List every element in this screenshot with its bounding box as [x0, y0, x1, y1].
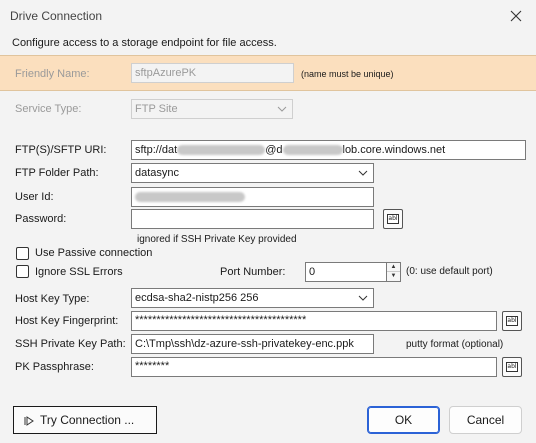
- password-label: Password:: [15, 213, 67, 225]
- service-type-value: FTP Site: [135, 103, 178, 115]
- show-text-icon: abl: [506, 316, 518, 326]
- spin-up-icon[interactable]: ▲: [387, 263, 400, 272]
- redacted-text: [282, 145, 343, 156]
- redacted-text: [177, 145, 266, 156]
- port-field[interactable]: 0: [305, 262, 387, 282]
- show-text-icon: abl: [387, 214, 399, 224]
- close-icon: [510, 10, 522, 22]
- ssh-key-path-field[interactable]: C:\Tmp\ssh\dz-azure-ssh-privatekey-enc.p…: [131, 334, 374, 354]
- host-key-type-value: ecdsa-sha2-nistp256 256: [135, 292, 259, 304]
- ok-button[interactable]: OK: [367, 406, 440, 434]
- ignore-ssl-checkbox[interactable]: [16, 265, 29, 278]
- show-text-icon: abl: [506, 362, 518, 372]
- show-fingerprint-button[interactable]: abl: [502, 311, 522, 331]
- cancel-button[interactable]: Cancel: [449, 406, 522, 434]
- ignore-ssl-label: Ignore SSL Errors: [35, 266, 123, 278]
- host-key-fingerprint-field[interactable]: ****************************************: [131, 311, 497, 331]
- ssh-key-path-label: SSH Private Key Path:: [15, 338, 126, 350]
- folder-path-label: FTP Folder Path:: [15, 167, 99, 179]
- passive-checkbox[interactable]: [16, 247, 29, 260]
- ssh-key-path-hint: putty format (optional): [406, 339, 504, 350]
- chevron-down-icon: [358, 170, 368, 176]
- service-type-label: Service Type:: [15, 103, 82, 115]
- password-note: ignored if SSH Private Key provided: [137, 234, 297, 245]
- play-icon: [24, 415, 34, 426]
- friendly-name-field[interactable]: sftpAzurePK: [131, 63, 294, 83]
- title-bar: Drive Connection: [0, 0, 536, 32]
- uri-label: FTP(S)/SFTP URI:: [15, 144, 107, 156]
- friendly-name-band: Friendly Name: sftpAzurePK (name must be…: [0, 55, 536, 91]
- user-id-label: User Id:: [15, 191, 54, 203]
- show-password-button[interactable]: abl: [383, 209, 403, 229]
- host-key-type-label: Host Key Type:: [15, 293, 90, 305]
- spin-down-icon[interactable]: ▼: [387, 272, 400, 281]
- try-connection-label: Try Connection ...: [40, 413, 135, 427]
- passive-label: Use Passive connection: [35, 247, 153, 259]
- redacted-text: [135, 192, 245, 203]
- password-field[interactable]: [131, 209, 374, 229]
- dialog-description: Configure access to a storage endpoint f…: [12, 37, 277, 49]
- uri-value-mid: @d: [265, 144, 283, 156]
- show-passphrase-button[interactable]: abl: [502, 357, 522, 377]
- host-key-fingerprint-label: Host Key Fingerprint:: [15, 315, 119, 327]
- friendly-name-hint: (name must be unique): [301, 69, 394, 79]
- chevron-down-icon: [277, 106, 287, 112]
- pk-passphrase-field[interactable]: ********: [131, 357, 497, 377]
- user-id-field[interactable]: [131, 187, 374, 207]
- folder-path-select[interactable]: datasync: [131, 163, 374, 183]
- folder-path-value: datasync: [135, 167, 180, 179]
- port-spinner[interactable]: ▲ ▼: [387, 262, 401, 282]
- host-key-type-select[interactable]: ecdsa-sha2-nistp256 256: [131, 288, 374, 308]
- uri-value-start: sftp://dat: [135, 144, 178, 156]
- friendly-name-label: Friendly Name:: [15, 68, 90, 80]
- window-title: Drive Connection: [10, 9, 103, 23]
- service-type-select[interactable]: FTP Site: [131, 99, 293, 119]
- port-label: Port Number:: [220, 266, 286, 278]
- uri-field[interactable]: sftp://dat @d lob.core.windows.net: [131, 140, 526, 160]
- pk-passphrase-label: PK Passphrase:: [15, 361, 94, 373]
- uri-value-end: lob.core.windows.net: [342, 144, 446, 156]
- port-hint: (0: use default port): [406, 266, 493, 277]
- close-button[interactable]: [504, 4, 528, 28]
- try-connection-button[interactable]: Try Connection ...: [13, 406, 157, 434]
- chevron-down-icon: [358, 295, 368, 301]
